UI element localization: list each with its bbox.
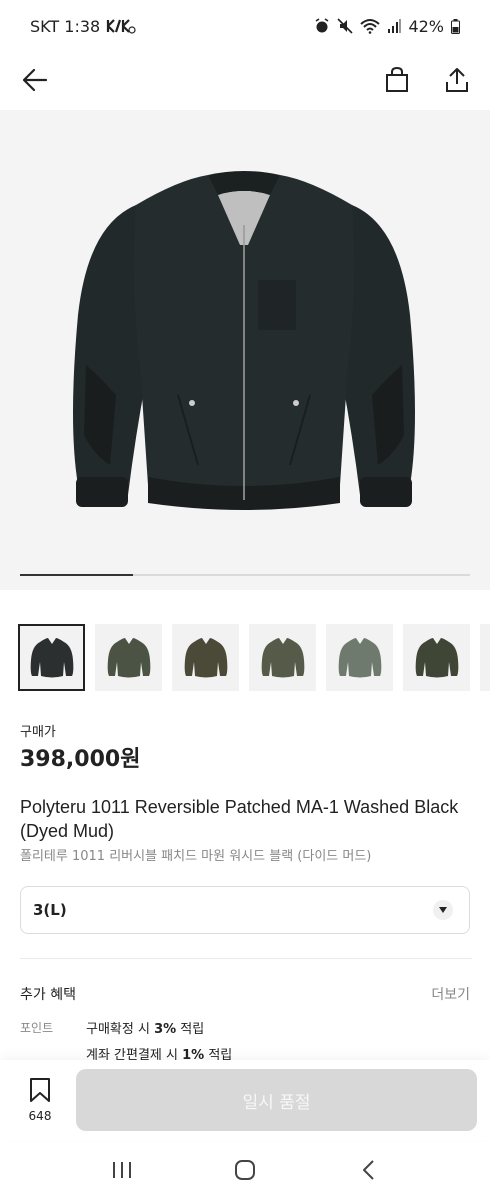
mute-k-icon (106, 18, 136, 34)
price-label: 구매가 (20, 725, 56, 740)
thumbnail-strip (18, 624, 490, 692)
home-icon (234, 1160, 255, 1180)
more-link[interactable]: 더보기 (431, 984, 470, 1004)
thumbnail-2[interactable] (95, 624, 162, 691)
points-label: 포인트 (20, 1021, 54, 1035)
thumbnail-5[interactable] (326, 624, 393, 691)
gallery-progress-fill (20, 574, 133, 576)
mute-icon (337, 18, 354, 34)
home-button[interactable] (225, 1150, 265, 1190)
section-divider (20, 958, 472, 959)
thumbnail-1[interactable] (18, 624, 85, 691)
price-value: 398,000원 (20, 747, 141, 772)
sold-out-button[interactable]: 일시 품절 (76, 1069, 477, 1131)
thumbnail-3[interactable] (172, 624, 239, 691)
jacket-image (73, 171, 415, 510)
thumbnail-jacket-image (107, 637, 150, 677)
app-header (0, 52, 490, 108)
gallery-progress-track (20, 574, 470, 576)
size-select-value: 3(L) (33, 901, 67, 919)
back-nav-button[interactable] (348, 1150, 388, 1190)
size-select[interactable]: 3(L) (20, 886, 470, 934)
points-line-1-suffix: 적립 (176, 1022, 205, 1037)
caret-down-icon (433, 900, 453, 920)
product-name-korean: 폴리테루 1011 리버시블 패치드 마원 워시드 블랙 (다이드 머드) (20, 849, 372, 864)
thumbnail-7[interactable] (480, 624, 490, 691)
thumbnail-jacket-image (184, 637, 227, 677)
points-line-1-rate: 3% (154, 1022, 177, 1037)
status-left: SKT 1:38 (30, 17, 136, 36)
bottom-action-bar: 648 일시 품절 (0, 1060, 490, 1140)
wishlist-count: 648 (28, 1109, 52, 1123)
recent-apps-button[interactable] (102, 1150, 142, 1190)
back-button[interactable] (20, 65, 50, 95)
recent-apps-icon (112, 1162, 131, 1178)
product-image-gallery[interactable] (0, 110, 490, 590)
carrier-time: SKT 1:38 (30, 16, 101, 36)
thumbnail-jacket-image (30, 637, 73, 677)
chevron-left-icon (363, 1160, 375, 1180)
signal-icon (387, 19, 402, 33)
thumbnail-jacket-image (338, 637, 381, 677)
thumbnail-jacket-image (415, 637, 458, 677)
benefits-title: 추가 혜택 (20, 987, 76, 1003)
product-name: Polyteru 1011 Reversible Patched MA-1 Wa… (20, 797, 459, 841)
status-bar: SKT 1:38 42% (0, 0, 490, 52)
thumbnail-jacket-image (261, 637, 304, 677)
back-arrow-icon (22, 68, 48, 92)
status-right: 42% (314, 17, 460, 36)
points-line-1-text: 구매확정 시 (86, 1022, 155, 1037)
header-actions (382, 65, 472, 95)
thumbnail-4[interactable] (249, 624, 316, 691)
points-benefit-line-1: 구매확정 시 3% 적립 (86, 1018, 204, 1037)
alarm-icon (314, 18, 330, 34)
wifi-icon (360, 18, 381, 34)
shopping-bag-icon (386, 67, 408, 92)
share-button[interactable] (442, 65, 472, 95)
battery-icon (451, 18, 460, 34)
cart-button[interactable] (382, 65, 412, 95)
bookmark-icon (30, 1078, 50, 1102)
system-nav-bar (0, 1140, 490, 1200)
wishlist-button[interactable]: 648 (18, 1077, 62, 1123)
thumbnail-6[interactable] (403, 624, 470, 691)
share-icon (446, 68, 468, 92)
battery-percent: 42% (408, 16, 444, 36)
